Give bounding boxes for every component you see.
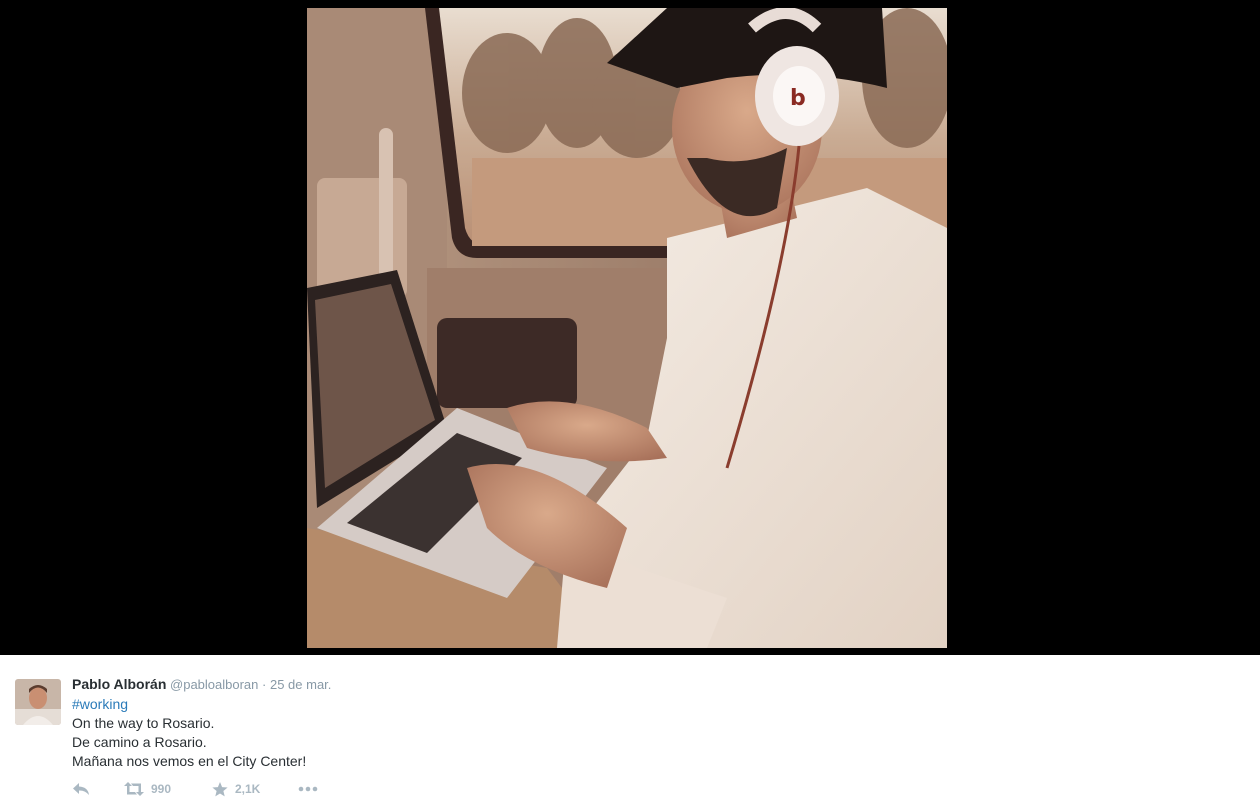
tweet-line: On the way to Rosario. <box>72 715 215 731</box>
tweet-text: #working On the way to Rosario. De camin… <box>72 695 1222 771</box>
author-name[interactable]: Pablo Alborán <box>72 676 166 692</box>
hashtag-link[interactable]: #working <box>72 695 1222 714</box>
more-dots-icon <box>298 786 318 792</box>
tweet-timestamp[interactable]: 25 de mar. <box>270 677 331 692</box>
tweet-line: De camino a Rosario. <box>72 734 207 750</box>
media-viewer: b <box>0 0 1260 655</box>
retweet-icon <box>124 782 144 796</box>
tweet-actions: 990 2,1K <box>72 779 318 799</box>
tweet-content: Pablo Alborán @pabloalboran · 25 de mar.… <box>72 675 1222 771</box>
favorite-button[interactable]: 2,1K <box>212 781 298 797</box>
header-separator: · <box>262 677 267 692</box>
tweet-header: Pablo Alborán @pabloalboran · 25 de mar. <box>72 675 1222 694</box>
retweet-count: 990 <box>151 782 172 796</box>
svg-text:b: b <box>790 86 806 111</box>
retweet-button[interactable]: 990 <box>124 782 212 796</box>
tweet-panel: Pablo Alborán @pabloalboran · 25 de mar.… <box>0 655 1260 812</box>
more-button[interactable] <box>298 786 318 792</box>
avatar[interactable] <box>15 679 61 725</box>
star-icon <box>212 781 228 797</box>
author-handle[interactable]: @pabloalboran <box>170 677 258 692</box>
tweet-photo[interactable]: b <box>307 8 947 648</box>
reply-button[interactable] <box>72 782 124 796</box>
tweet-line: Mañana nos vemos en el City Center! <box>72 753 307 769</box>
favorite-count: 2,1K <box>235 782 261 796</box>
reply-icon <box>72 782 90 796</box>
